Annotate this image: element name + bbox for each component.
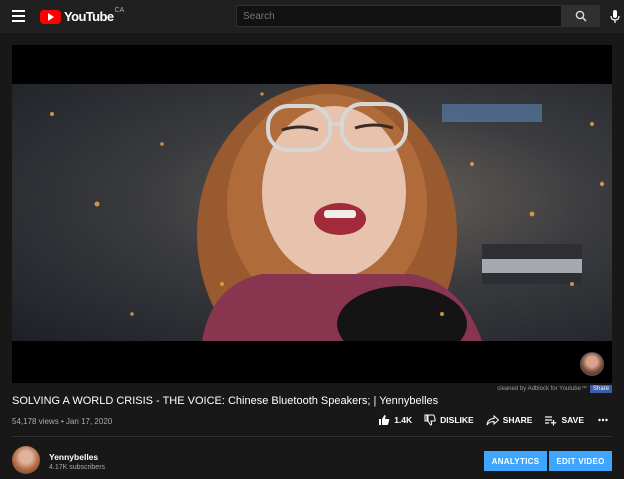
more-options-icon[interactable] [598,418,608,422]
video-actions: 1.4K DISLIKE SHARE SAVE [366,414,608,426]
edit-video-button[interactable]: EDIT VIDEO [549,451,612,471]
view-count: 54,178 views [12,417,59,426]
video-frame [12,84,612,341]
like-count: 1.4K [394,415,413,425]
menu-icon[interactable] [12,10,25,22]
save-button[interactable]: SAVE [544,415,584,426]
search-button[interactable] [562,5,600,27]
video-frame-image [50,84,605,341]
divider [12,436,612,437]
video-player[interactable] [12,45,612,383]
video-meta: 54,178 views • Jan 17, 2020 [12,417,112,426]
channel-watermark[interactable] [580,352,604,376]
video-title: SOLVING A WORLD CRISIS - THE VOICE: Chin… [12,395,439,407]
adblock-note: cleaned by Adblock for Youtube™ Share [497,385,612,393]
youtube-logo[interactable]: YouTube CA [40,7,125,24]
logo-text: YouTube [64,9,114,24]
upload-date: Jan 17, 2020 [65,417,113,426]
dislike-label: DISLIKE [440,415,474,425]
analytics-button[interactable]: ANALYTICS [484,451,547,471]
dislike-button[interactable]: DISLIKE [424,414,474,426]
thumbs-down-icon [424,414,436,426]
masthead: YouTube CA [0,0,624,33]
like-button[interactable]: 1.4K [378,414,412,426]
subscriber-count: 4.17K subscribers [49,464,106,471]
playlist-add-icon [545,415,557,425]
share-label: SHARE [502,415,533,425]
channel-avatar[interactable] [12,446,40,474]
channel-name[interactable]: Yennybelles [49,452,98,462]
save-label: SAVE [561,415,584,425]
search-input[interactable] [236,5,562,27]
adblock-note-text: cleaned by Adblock for Youtube™ [497,386,587,392]
share-button[interactable]: SHARE [486,414,533,426]
logo-country: CA [114,7,125,14]
adblock-share-button[interactable]: Share [589,385,612,393]
search-icon [575,10,587,22]
youtube-play-icon [40,9,61,24]
thumbs-up-icon [379,415,390,425]
microphone-icon[interactable] [608,9,622,25]
share-icon [486,414,499,425]
